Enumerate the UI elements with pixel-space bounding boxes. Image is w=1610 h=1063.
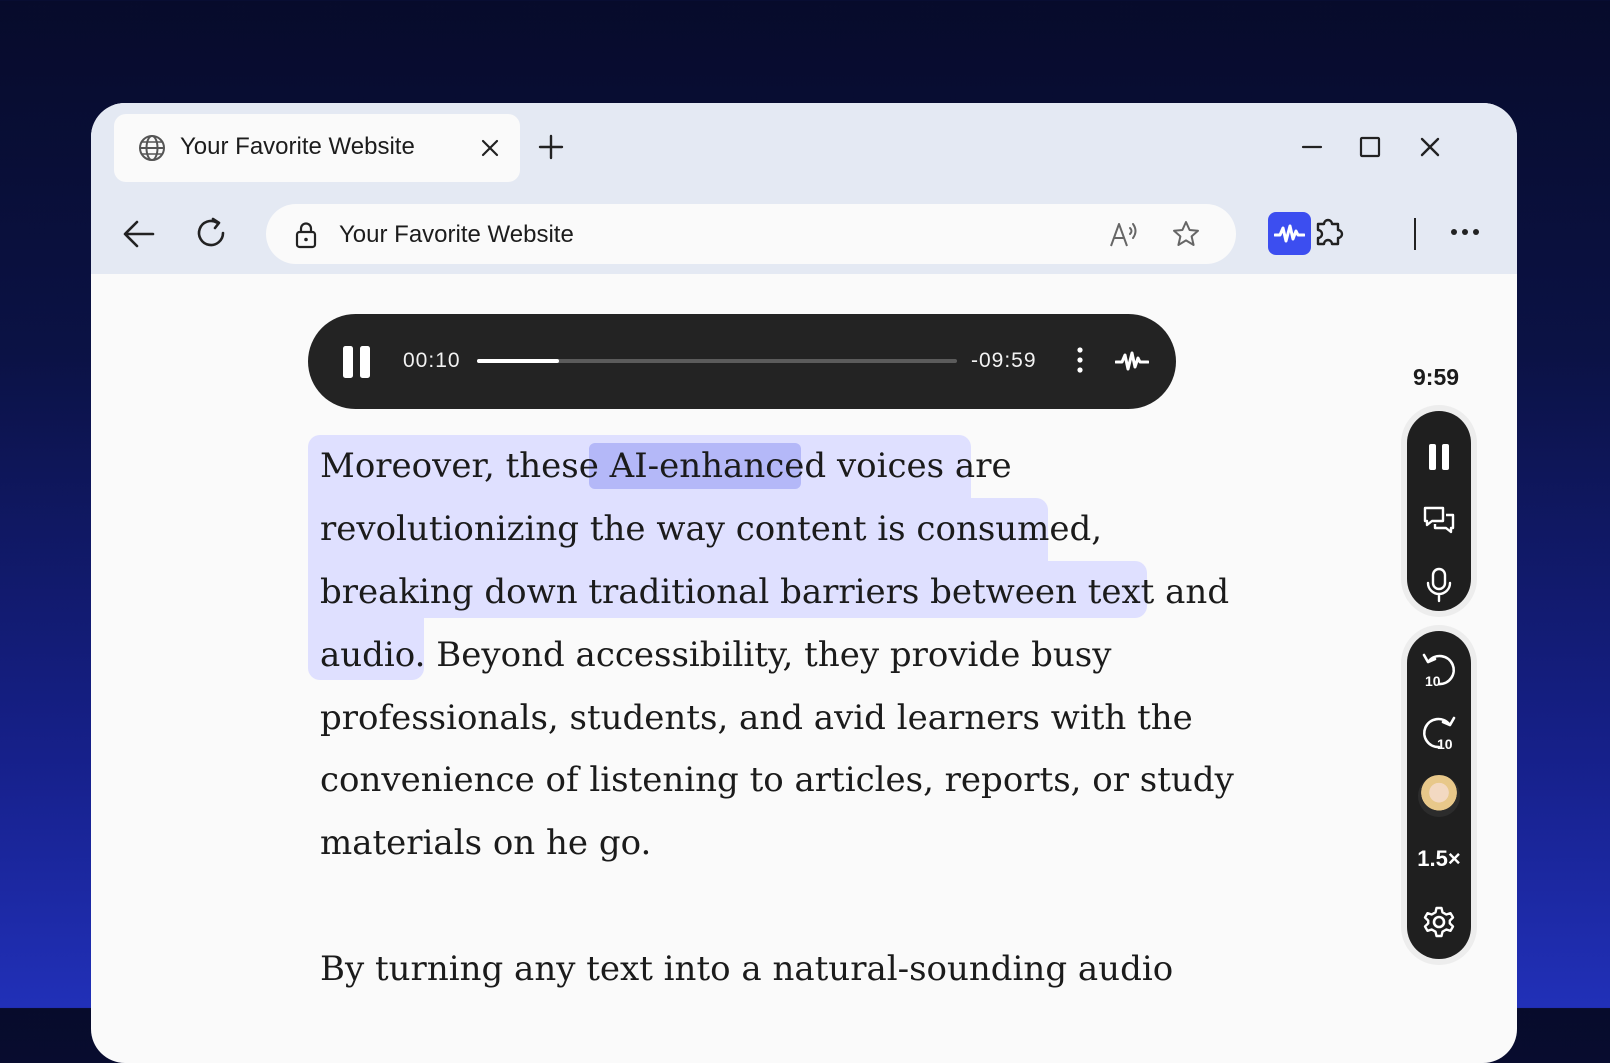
voice-avatar xyxy=(1418,775,1460,817)
maximize-icon[interactable] xyxy=(1358,135,1382,159)
side-remaining-time: 9:59 xyxy=(1413,364,1460,390)
rewind-10-icon: 10 xyxy=(1422,653,1455,688)
text-line: convenience of listening to articles, re… xyxy=(320,760,1234,800)
address-bar[interactable]: Your Favorite Website xyxy=(266,204,1236,264)
vertical-more-icon[interactable] xyxy=(1076,347,1084,373)
close-tab-icon[interactable] xyxy=(480,138,500,158)
side-pause-button[interactable] xyxy=(1407,432,1471,482)
back-arrow-icon[interactable] xyxy=(121,216,157,252)
globe-icon xyxy=(139,135,165,161)
url-text: Your Favorite Website xyxy=(339,221,574,248)
forward-10-icon: 10 xyxy=(1423,716,1456,751)
current-word: AI-enhanced xyxy=(609,446,827,486)
lock-icon xyxy=(295,222,317,249)
playback-speed: 1.5× xyxy=(1417,846,1461,871)
speed-button[interactable]: 1.5× xyxy=(1407,834,1471,884)
audio-player-bar: 00:10 -09:59 xyxy=(308,314,1176,409)
extensions-puzzle-icon[interactable] xyxy=(1311,214,1345,248)
voice-select-button[interactable] xyxy=(1407,771,1471,821)
new-tab-icon[interactable] xyxy=(537,133,565,161)
refresh-icon[interactable] xyxy=(193,215,229,251)
side-panel-top xyxy=(1407,411,1471,611)
progress-slider[interactable] xyxy=(477,359,957,363)
voice-input-button[interactable] xyxy=(1407,560,1471,610)
waveform-logo-icon xyxy=(1274,224,1305,243)
text-line: materials on he go. xyxy=(320,823,652,863)
forward-10-button[interactable]: 10 xyxy=(1407,708,1471,758)
browser-chrome: Your Favorite Website Your Favorite Webs… xyxy=(91,103,1517,274)
svg-text:10: 10 xyxy=(1437,736,1453,751)
pause-icon xyxy=(1429,444,1449,470)
gear-icon xyxy=(1423,906,1455,938)
favorite-star-icon[interactable] xyxy=(1171,219,1201,249)
settings-button[interactable] xyxy=(1407,897,1471,947)
chat-bubbles-icon xyxy=(1423,506,1455,534)
text-line: audio. Beyond accessibility, they provid… xyxy=(320,635,1112,675)
toolbar-divider xyxy=(1414,218,1416,250)
text-line: revolutionizing the way content is consu… xyxy=(320,509,1103,549)
svg-text:10: 10 xyxy=(1425,673,1441,688)
speechify-extension-button[interactable] xyxy=(1268,212,1311,255)
browser-tab[interactable]: Your Favorite Website xyxy=(114,114,520,182)
pause-icon[interactable] xyxy=(342,346,372,378)
more-menu-icon[interactable] xyxy=(1450,227,1480,237)
elapsed-time: 00:10 xyxy=(403,349,461,372)
waveform-logo-icon xyxy=(1115,351,1149,371)
text-line: breaking down traditional barriers betwe… xyxy=(320,572,1230,612)
progress-fill xyxy=(477,359,559,363)
text-line: By turning any text into a natural-sound… xyxy=(320,949,1174,989)
minimize-icon[interactable] xyxy=(1300,135,1324,159)
side-panel-bottom: 10 10 1.5× xyxy=(1407,631,1471,959)
tab-title: Your Favorite Website xyxy=(180,133,415,160)
browser-window: Your Favorite Website Your Favorite Webs… xyxy=(91,103,1517,1063)
read-aloud-icon[interactable] xyxy=(1108,218,1140,250)
chat-button[interactable] xyxy=(1407,496,1471,546)
remaining-time: -09:59 xyxy=(971,349,1037,372)
microphone-icon xyxy=(1426,567,1452,603)
text-line: Moreover, these AI-enhanced voices are xyxy=(320,446,1012,486)
text-line: professionals, students, and avid learne… xyxy=(320,698,1193,738)
close-window-icon[interactable] xyxy=(1418,135,1442,159)
rewind-10-button[interactable]: 10 xyxy=(1407,645,1471,695)
